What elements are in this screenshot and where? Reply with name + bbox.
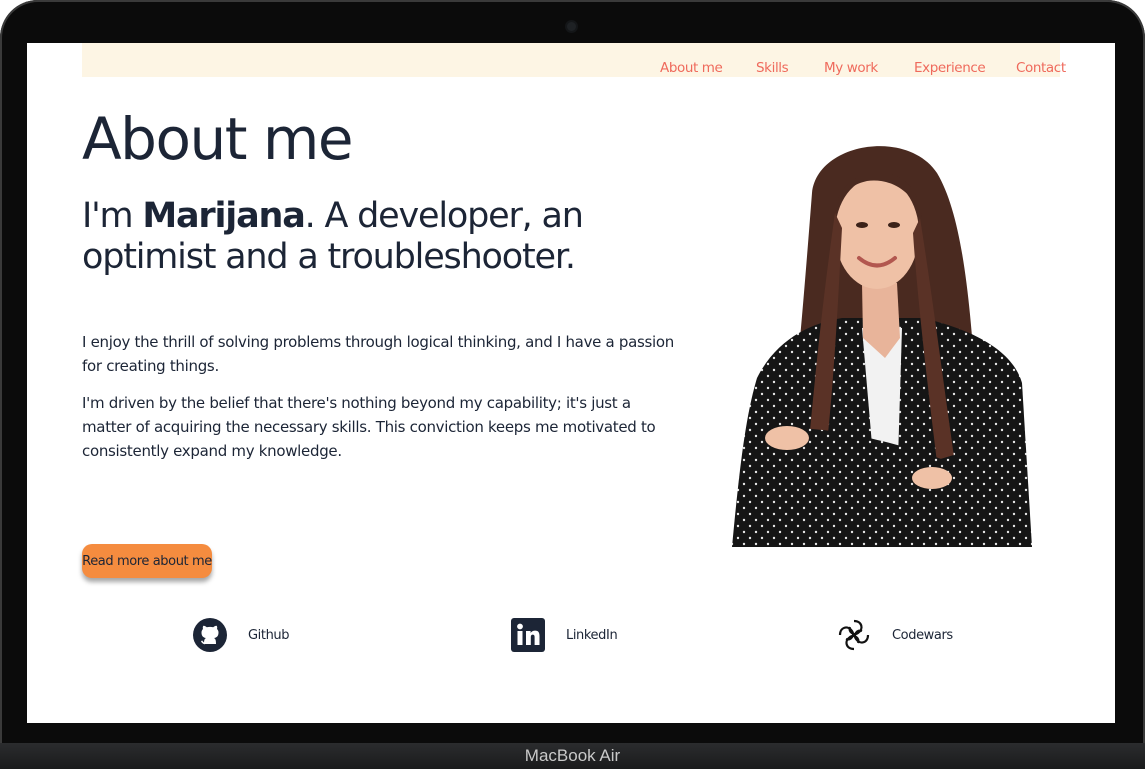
- profile-photo: [732, 146, 1032, 547]
- github-icon: [193, 618, 227, 652]
- codewars-icon: [838, 619, 870, 651]
- belief-paragraph: I'm driven by the belief that there's no…: [82, 394, 656, 460]
- top-navigation: About me Skills My work Experience Conta…: [82, 43, 1066, 77]
- linkedin-icon: [511, 618, 545, 652]
- hero-tagline: I'm Marijana. A developer, an optimist a…: [82, 196, 642, 278]
- nav-link-contact[interactable]: Contact: [1016, 60, 1066, 76]
- website-screen: About me Skills My work Experience Conta…: [27, 43, 1115, 723]
- nav-link-skills[interactable]: Skills: [756, 60, 789, 76]
- codewars-label: Codewars: [892, 627, 953, 643]
- github-label: Github: [248, 627, 290, 643]
- developer-name: Marijana: [142, 196, 305, 236]
- read-more-button[interactable]: Read more about me: [82, 544, 212, 578]
- github-link[interactable]: Github: [192, 617, 290, 653]
- device-brand: MacBook Air: [524, 746, 621, 765]
- linkedin-label: LinkedIn: [566, 627, 618, 643]
- nav-link-my-work[interactable]: My work: [824, 60, 878, 76]
- nav-link-about-me[interactable]: About me: [660, 60, 723, 76]
- laptop-frame: About me Skills My work Experience Conta…: [0, 0, 1145, 769]
- camera-icon: [567, 22, 576, 31]
- page-title: About me: [82, 105, 354, 173]
- codewars-link[interactable]: Codewars: [836, 617, 953, 653]
- tagline-prefix: I'm: [82, 196, 143, 236]
- intro-paragraph: I enjoy the thrill of solving problems t…: [82, 333, 675, 375]
- nav-link-experience[interactable]: Experience: [914, 60, 986, 76]
- linkedin-link[interactable]: LinkedIn: [510, 617, 618, 653]
